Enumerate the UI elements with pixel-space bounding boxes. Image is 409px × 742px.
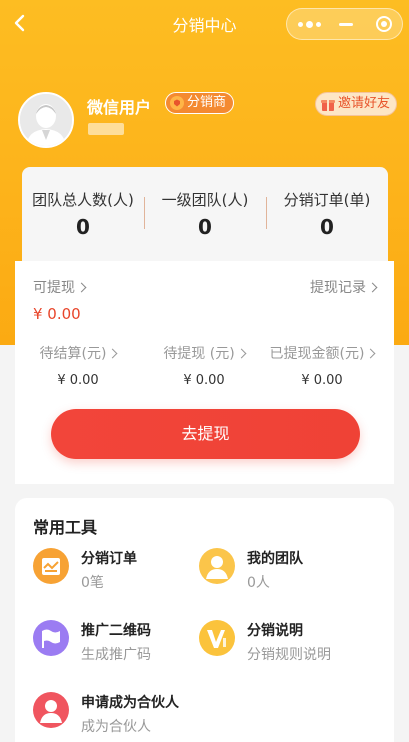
tool-apply-partner[interactable]: 申请成为合伙人 成为合伙人	[33, 692, 213, 742]
chevron-right-icon	[108, 348, 118, 359]
role-badge: 分销商	[165, 92, 235, 114]
default-avatar-icon	[20, 94, 72, 146]
vip-icon	[199, 620, 235, 656]
navigation-bar: 分销中心	[0, 0, 409, 48]
chevron-right-icon	[367, 282, 378, 293]
stat-first-level-team[interactable]: 一级团队(人) 0	[144, 167, 266, 261]
sub-stat-label: 待结算(元)	[39, 346, 107, 362]
tool-desc: 0笔	[81, 575, 104, 591]
pending-settlement[interactable]: 待结算(元) ¥ 0.00	[15, 343, 141, 388]
sub-stat-value: ¥ 0.00	[183, 373, 225, 388]
tool-desc: 分销规则说明	[247, 647, 331, 663]
user-name: 微信用户	[87, 98, 152, 117]
tool-promo-qrcode[interactable]: 推广二维码 生成推广码	[33, 620, 213, 670]
tool-desc: 成为合伙人	[81, 719, 151, 735]
withdraw-button[interactable]: 去提现	[51, 409, 360, 459]
stat-team-total[interactable]: 团队总人数(人) 0	[22, 167, 144, 261]
tool-desc: 0人	[247, 575, 270, 591]
withdraw-history-label: 提现记录	[310, 280, 366, 296]
tool-name: 推广二维码	[81, 623, 151, 639]
chevron-right-icon	[76, 282, 87, 293]
flag-icon	[33, 620, 69, 656]
minimize-button[interactable]	[331, 9, 361, 39]
more-dots-icon	[316, 22, 321, 27]
user-id-masked	[88, 123, 124, 135]
role-badge-label: 分销商	[187, 95, 227, 110]
common-tools-card: 常用工具 分销订单 0笔 我的团队 0人 推广二维码 生成推广码 分销说明 分销…	[15, 498, 394, 742]
tool-name: 申请成为合伙人	[81, 695, 179, 711]
sub-stat-value: ¥ 0.00	[57, 373, 99, 388]
mini-program-capsule	[286, 8, 403, 40]
sub-stat-label: 已提现金额(元)	[269, 346, 365, 362]
avatar[interactable]	[18, 92, 74, 148]
stat-label: 一级团队(人)	[161, 191, 249, 209]
tool-distribution-rules[interactable]: 分销说明 分销规则说明	[199, 620, 379, 670]
pending-withdrawal[interactable]: 待提现 (元) ¥ 0.00	[141, 343, 267, 388]
order-icon	[33, 548, 69, 584]
sub-stat-label: 待提现 (元)	[163, 346, 235, 362]
withdrawn-amount[interactable]: 已提现金额(元) ¥ 0.00	[259, 343, 385, 388]
tool-name: 我的团队	[247, 551, 303, 567]
tool-desc: 生成推广码	[81, 647, 151, 663]
target-close-icon	[381, 21, 387, 27]
invite-friends-button[interactable]: 邀请好友	[314, 92, 397, 116]
withdrawable-label: 可提现	[33, 280, 75, 296]
more-dots-icon	[298, 22, 303, 27]
chevron-right-icon	[236, 348, 247, 359]
tool-distribution-orders[interactable]: 分销订单 0笔	[33, 548, 213, 598]
team-icon	[199, 548, 235, 584]
chevron-right-icon	[366, 348, 376, 359]
stat-value: 0	[76, 215, 90, 239]
withdraw-history-link[interactable]: 提现记录	[310, 277, 378, 297]
tool-name: 分销订单	[81, 551, 137, 567]
partner-icon	[33, 692, 69, 728]
more-dots-icon	[306, 21, 313, 28]
stat-label: 分销订单(单)	[283, 191, 371, 209]
tool-my-team[interactable]: 我的团队 0人	[199, 548, 379, 598]
stat-label: 团队总人数(人)	[32, 191, 134, 209]
more-button[interactable]	[287, 9, 331, 39]
minimize-icon	[339, 23, 353, 26]
withdrawable-balance: ¥ 0.00	[33, 305, 81, 323]
invite-friends-label: 邀请好友	[337, 96, 390, 111]
team-stats-card: 团队总人数(人) 0 一级团队(人) 0 分销订单(单) 0	[22, 167, 388, 261]
tool-name: 分销说明	[247, 623, 303, 639]
sub-stat-value: ¥ 0.00	[301, 373, 343, 388]
gift-icon	[320, 100, 335, 111]
stat-value: 0	[320, 215, 334, 239]
distributor-badge-icon	[170, 96, 184, 110]
wallet-card: 可提现 提现记录 ¥ 0.00 待结算(元) ¥ 0.00 待提现 (元) ¥ …	[15, 261, 394, 484]
withdrawable-link[interactable]: 可提现	[33, 277, 87, 297]
stat-distribution-orders[interactable]: 分销订单(单) 0	[266, 167, 388, 261]
section-title: 常用工具	[33, 518, 98, 537]
stat-value: 0	[198, 215, 212, 239]
close-button[interactable]	[367, 9, 401, 39]
